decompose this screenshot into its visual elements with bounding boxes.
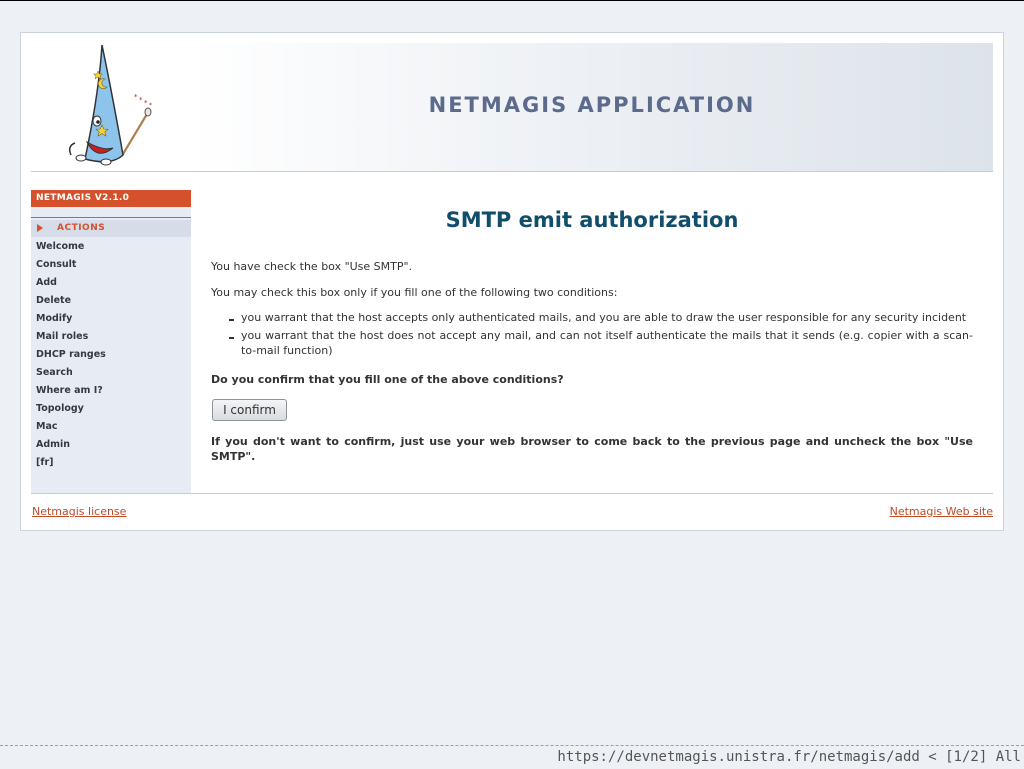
sidebar-item-modify[interactable]: Modify bbox=[36, 310, 106, 328]
sidebar-item-search[interactable]: Search bbox=[36, 364, 106, 382]
website-link[interactable]: Netmagis Web site bbox=[890, 505, 993, 518]
app-title: NETMAGIS APPLICATION bbox=[428, 93, 756, 117]
sidebar-item-language-fr[interactable]: [fr] bbox=[36, 454, 106, 472]
svg-text:*: * bbox=[139, 96, 143, 104]
page-title: SMTP emit authorization bbox=[445, 208, 739, 232]
version-badge: NETMAGIS V2.1.0 bbox=[31, 190, 191, 207]
sidebar-item-dhcp-ranges[interactable]: DHCP ranges bbox=[36, 346, 106, 364]
uncheck-warning: If you don't want to confirm, just use y… bbox=[211, 435, 973, 463]
page-frame: * * * * NETMAGIS APPLICATION NETMAGIS V2… bbox=[20, 32, 1004, 531]
sidebar-nav: Welcome Consult Add Delete Modify Mail r… bbox=[36, 238, 106, 472]
footer-divider bbox=[31, 493, 993, 494]
conditions-intro-text: You may check this box only if you fill … bbox=[211, 286, 618, 299]
condition-item-authenticated: you warrant that the host accepts only a… bbox=[229, 310, 973, 325]
condition-item-no-mail: you warrant that the host does not accep… bbox=[229, 328, 973, 358]
status-url: https://devnetmagis.unistra.fr/netmagis/… bbox=[557, 749, 1021, 765]
sidebar-item-mac[interactable]: Mac bbox=[36, 418, 106, 436]
sidebar: NETMAGIS V2.1.0 ACTIONS Welcome Consult … bbox=[31, 190, 191, 493]
sidebar-item-mail-roles[interactable]: Mail roles bbox=[36, 328, 106, 346]
logo[interactable]: * * * * bbox=[31, 43, 191, 171]
sidebar-item-delete[interactable]: Delete bbox=[36, 292, 106, 310]
sidebar-item-topology[interactable]: Topology bbox=[36, 400, 106, 418]
sidebar-divider bbox=[31, 217, 191, 218]
license-link[interactable]: Netmagis license bbox=[32, 505, 126, 518]
sidebar-item-admin[interactable]: Admin bbox=[36, 436, 106, 454]
actions-section-label: ACTIONS bbox=[57, 223, 106, 233]
wizard-logo-icon: * * * * bbox=[68, 44, 152, 166]
sidebar-item-where-am-i[interactable]: Where am I? bbox=[36, 382, 106, 400]
status-bar: https://devnetmagis.unistra.fr/netmagis/… bbox=[0, 745, 1024, 769]
conditions-list: you warrant that the host accepts only a… bbox=[229, 310, 973, 361]
sidebar-item-welcome[interactable]: Welcome bbox=[36, 238, 106, 256]
confirm-question: Do you confirm that you fill one of the … bbox=[211, 373, 564, 386]
header: * * * * NETMAGIS APPLICATION bbox=[31, 43, 993, 172]
top-border bbox=[0, 0, 1024, 1]
banner: NETMAGIS APPLICATION bbox=[191, 43, 993, 171]
sidebar-item-add[interactable]: Add bbox=[36, 274, 106, 292]
sidebar-item-consult[interactable]: Consult bbox=[36, 256, 106, 274]
actions-section-header: ACTIONS bbox=[31, 220, 191, 237]
svg-text:*: * bbox=[149, 102, 152, 109]
smtp-checked-text: You have check the box "Use SMTP". bbox=[211, 260, 413, 273]
svg-text:*: * bbox=[134, 93, 138, 101]
triangle-right-icon bbox=[37, 224, 43, 232]
svg-text:*: * bbox=[144, 99, 148, 107]
confirm-button[interactable]: I confirm bbox=[212, 399, 287, 421]
